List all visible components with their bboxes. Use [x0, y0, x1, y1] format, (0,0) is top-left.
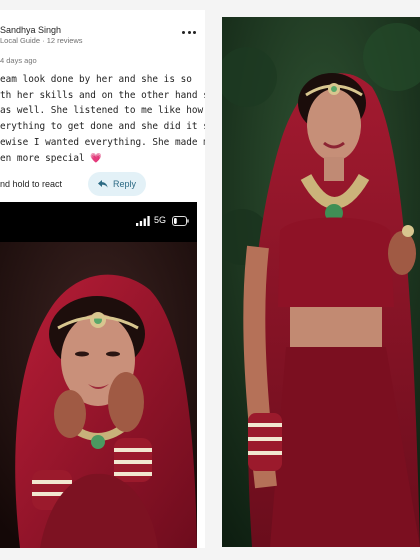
- reviewer-meta: Local Guide · 12 reviews: [0, 36, 83, 45]
- reply-arrow-icon: [97, 180, 108, 188]
- review-date: 4 days ago: [0, 56, 37, 65]
- bride-closeup-photo: [0, 242, 197, 548]
- review-text: eam look done by her and she is so th he…: [0, 72, 205, 166]
- review-line: as well. She listened to me like how I: [0, 105, 205, 117]
- signal-bars-icon: [136, 216, 150, 226]
- status-bar: 5G: [0, 202, 197, 242]
- reply-button[interactable]: Reply: [88, 172, 146, 196]
- reply-label: Reply: [112, 179, 136, 189]
- more-horizontal-icon[interactable]: [182, 28, 196, 36]
- review-line: th her skills and on the other hand she …: [0, 89, 205, 101]
- review-card: Sandhya Singh Local Guide · 12 reviews 4…: [0, 10, 205, 196]
- press-hold-hint: nd hold to react: [0, 179, 63, 189]
- battery-icon: [172, 216, 189, 226]
- review-line: erything to get done and she did it so w…: [0, 121, 205, 133]
- right-panel: [222, 17, 420, 547]
- review-line: eam look done by her and she is so: [0, 74, 192, 85]
- left-panel: Sandhya Singh Local Guide · 12 reviews 4…: [0, 10, 205, 548]
- phone-screenshot: 5G: [0, 202, 197, 548]
- bride-full-photo: [222, 17, 420, 547]
- reviewer-name[interactable]: Sandhya Singh: [0, 25, 61, 35]
- network-label: 5G: [154, 215, 167, 225]
- review-line: ewise I wanted everything. She made my: [0, 136, 205, 148]
- review-line: en more special 💗: [0, 152, 102, 164]
